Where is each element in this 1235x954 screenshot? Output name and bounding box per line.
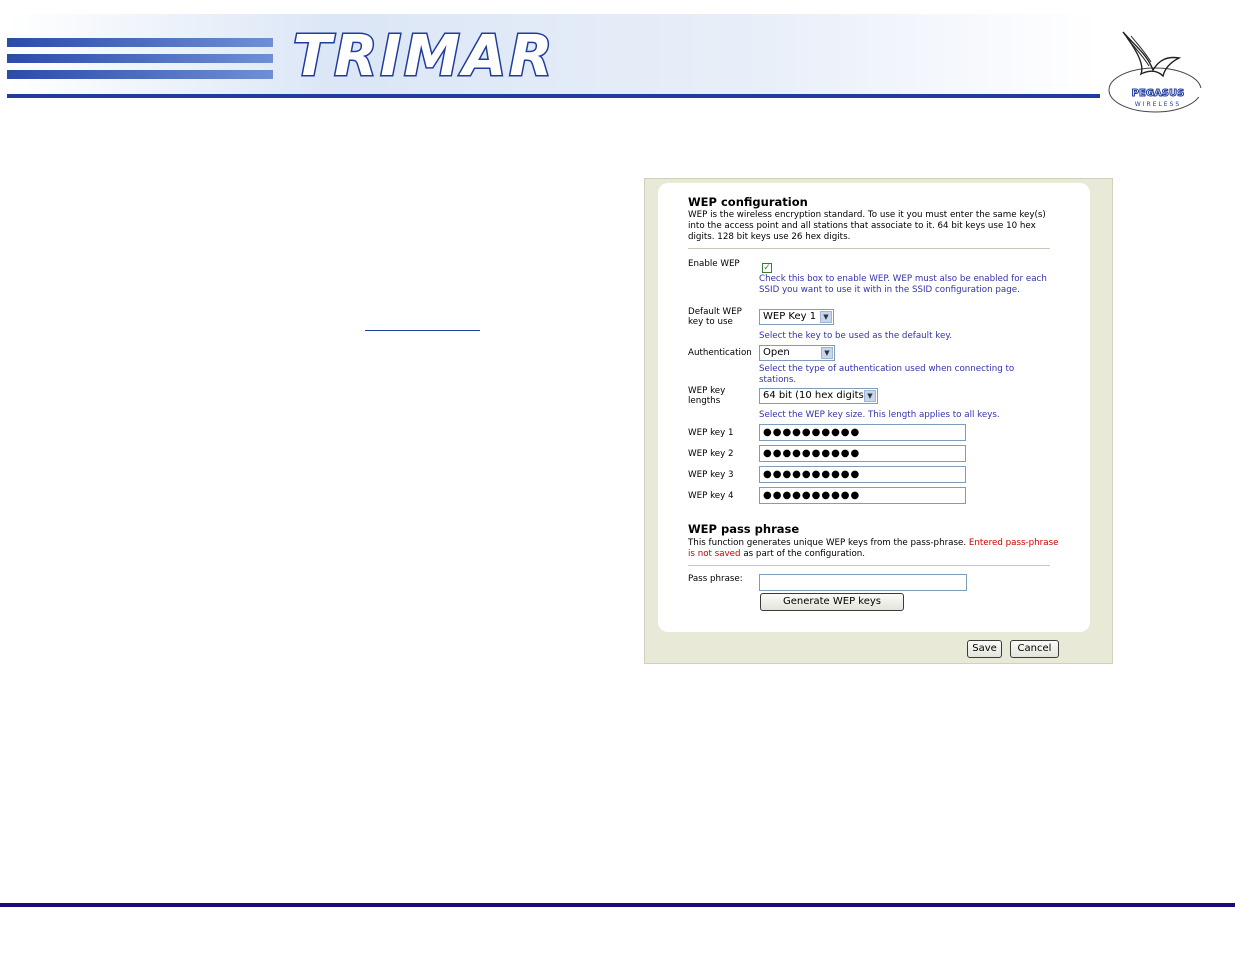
default-key-hint: Select the key to be used as the default…	[759, 331, 952, 341]
pass-desc-text: This function generates unique WEP keys …	[688, 538, 967, 548]
header-banner: TRIMAR	[7, 14, 1100, 98]
default-key-label: Default WEP key to use	[688, 307, 742, 327]
footer-divider	[0, 903, 1235, 907]
wep-key-1-input[interactable]: ●●●●●●●●●●	[759, 424, 966, 441]
enable-wep-checkbox[interactable]: ✓	[762, 263, 772, 273]
authentication-value: Open	[763, 347, 790, 358]
pegasus-wireless-logo: PEGASUS WIRELESS	[1105, 30, 1209, 118]
pass-phrase-description: This function generates unique WEP keys …	[688, 538, 1060, 560]
svg-text:PEGASUS: PEGASUS	[1132, 88, 1185, 99]
banner-stripe	[7, 70, 273, 79]
enable-wep-hint: Check this box to enable WEP. WEP must a…	[759, 274, 1047, 295]
cancel-button[interactable]: Cancel	[1010, 640, 1059, 658]
authentication-hint: Select the type of authentication used w…	[759, 364, 1015, 385]
wep-config-description: WEP is the wireless encryption standard.…	[688, 210, 1046, 242]
chevron-down-icon: ▼	[821, 347, 833, 359]
key-length-value: 64 bit (10 hex digits)	[763, 390, 868, 401]
key-length-hint: Select the WEP key size. This length app…	[759, 410, 1000, 420]
wep-key-2-input[interactable]: ●●●●●●●●●●	[759, 445, 966, 462]
wep-config-title: WEP configuration	[688, 195, 808, 209]
chevron-down-icon: ▼	[820, 311, 832, 323]
decorative-underline	[365, 330, 480, 331]
svg-text:WIRELESS: WIRELESS	[1135, 101, 1181, 108]
wep-config-card: WEP configuration WEP is the wireless en…	[658, 183, 1090, 632]
default-key-select[interactable]: WEP Key 1 ▼	[759, 309, 834, 325]
divider	[688, 565, 1050, 566]
wep-key-4-input[interactable]: ●●●●●●●●●●	[759, 487, 966, 504]
divider	[688, 248, 1050, 249]
authentication-select[interactable]: Open ▼	[759, 345, 835, 361]
wep-key-4-label: WEP key 4	[688, 491, 734, 501]
pass-desc-text-end: as part of the configuration.	[743, 549, 866, 559]
brand-logo-text: TRIMAR	[291, 24, 556, 89]
wep-key-3-input[interactable]: ●●●●●●●●●●	[759, 466, 966, 483]
banner-stripe	[7, 38, 273, 47]
save-button[interactable]: Save	[967, 640, 1002, 658]
pass-phrase-label: Pass phrase:	[688, 574, 743, 584]
chevron-down-icon: ▼	[864, 390, 876, 402]
authentication-label: Authentication	[688, 348, 752, 358]
wep-key-1-label: WEP key 1	[688, 428, 734, 438]
wep-key-2-label: WEP key 2	[688, 449, 734, 459]
pass-phrase-title: WEP pass phrase	[688, 522, 800, 536]
generate-wep-keys-button[interactable]: Generate WEP keys	[760, 593, 904, 611]
pass-phrase-input[interactable]	[759, 574, 967, 591]
default-key-value: WEP Key 1	[763, 311, 817, 322]
enable-wep-label: Enable WEP	[688, 259, 740, 269]
key-length-select[interactable]: 64 bit (10 hex digits) ▼	[759, 388, 878, 404]
wep-settings-screenshot: WEP configuration WEP is the wireless en…	[644, 178, 1113, 664]
key-length-label: WEP key lengths	[688, 386, 726, 406]
wep-key-3-label: WEP key 3	[688, 470, 734, 480]
banner-stripe	[7, 54, 273, 63]
